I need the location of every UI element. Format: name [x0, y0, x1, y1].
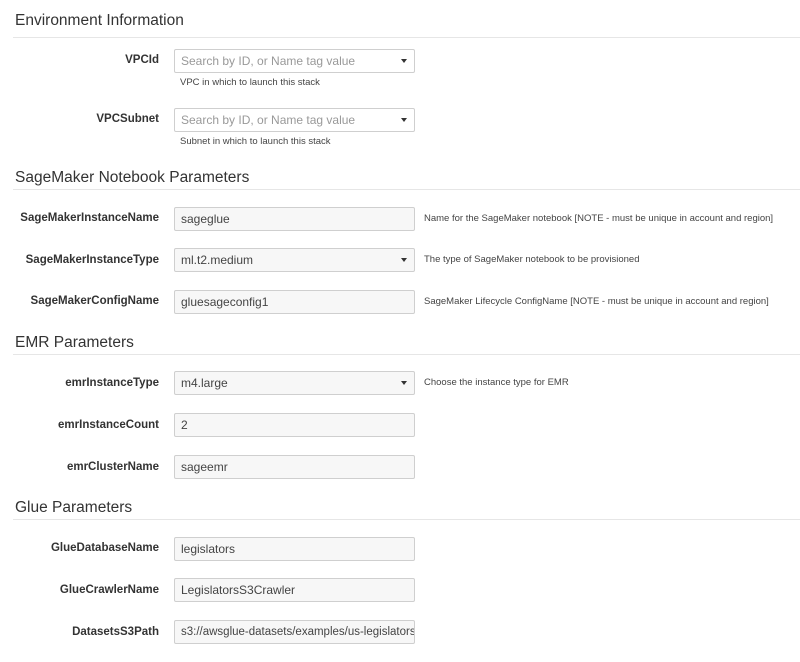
datasets-s3-path-label: DatasetsS3Path: [72, 626, 159, 638]
vpcsubnet-search-dropdown[interactable]: Search by ID, or Name tag value: [174, 108, 415, 132]
emr-cluster-name-label: emrClusterName: [66, 461, 159, 473]
sagemaker-instance-name-label: SageMakerInstanceName: [20, 212, 159, 224]
emr-cluster-name-input[interactable]: sageemr: [174, 455, 415, 479]
vpcsubnet-placeholder: Search by ID, or Name tag value: [181, 113, 356, 127]
emr-instance-count-input[interactable]: 2: [174, 413, 415, 437]
glue-crawler-name-label: GlueCrawlerName: [59, 584, 159, 596]
sagemaker-config-name-input[interactable]: gluesageconfig1: [174, 290, 415, 314]
glue-database-name-label: GlueDatabaseName: [50, 542, 159, 554]
chevron-down-icon[interactable]: [401, 381, 407, 385]
glue-crawler-name-input[interactable]: LegislatorsS3Crawler: [174, 578, 415, 602]
section-divider: [13, 519, 800, 520]
emr-instance-type-value: m4.large: [181, 376, 228, 390]
sagemaker-config-name-help: SageMaker Lifecycle ConfigName [NOTE - m…: [424, 296, 769, 307]
section-divider: [13, 354, 800, 355]
chevron-down-icon[interactable]: [401, 59, 407, 63]
vpcid-placeholder: Search by ID, or Name tag value: [181, 54, 356, 68]
emr-instance-count-label: emrInstanceCount: [58, 419, 159, 431]
vpcid-help: VPC in which to launch this stack: [180, 77, 320, 88]
sagemaker-instance-type-select[interactable]: ml.t2.medium: [174, 248, 415, 272]
glue-database-name-input[interactable]: legislators: [174, 537, 415, 561]
section-title-emr: EMR Parameters: [15, 334, 134, 351]
sagemaker-instance-type-label: SageMakerInstanceType: [25, 254, 159, 266]
emr-instance-type-help: Choose the instance type for EMR: [424, 377, 569, 388]
section-title-glue: Glue Parameters: [15, 499, 133, 516]
datasets-s3-path-input[interactable]: s3://awsglue-datasets/examples/us-legisl…: [174, 620, 415, 644]
vpcid-label: VPCId: [125, 54, 159, 66]
vpcid-search-dropdown[interactable]: Search by ID, or Name tag value: [174, 49, 415, 73]
chevron-down-icon[interactable]: [401, 118, 407, 122]
section-divider: [13, 189, 800, 190]
sagemaker-instance-name-input[interactable]: sageglue: [174, 207, 415, 231]
section-divider: [13, 37, 800, 38]
section-title-sagemaker: SageMaker Notebook Parameters: [15, 169, 250, 186]
section-title-environment: Environment Information: [15, 12, 184, 29]
sagemaker-instance-type-value: ml.t2.medium: [181, 253, 254, 267]
sagemaker-config-name-label: SageMakerConfigName: [30, 295, 159, 307]
emr-instance-type-label: emrInstanceType: [65, 377, 159, 389]
vpcsubnet-help: Subnet in which to launch this stack: [180, 136, 331, 147]
vpcsubnet-label: VPCSubnet: [96, 113, 159, 125]
chevron-down-icon[interactable]: [401, 258, 407, 262]
sagemaker-instance-type-help: The type of SageMaker notebook to be pro…: [424, 254, 640, 265]
emr-instance-type-select[interactable]: m4.large: [174, 371, 415, 395]
sagemaker-instance-name-help: Name for the SageMaker notebook [NOTE - …: [424, 213, 774, 224]
